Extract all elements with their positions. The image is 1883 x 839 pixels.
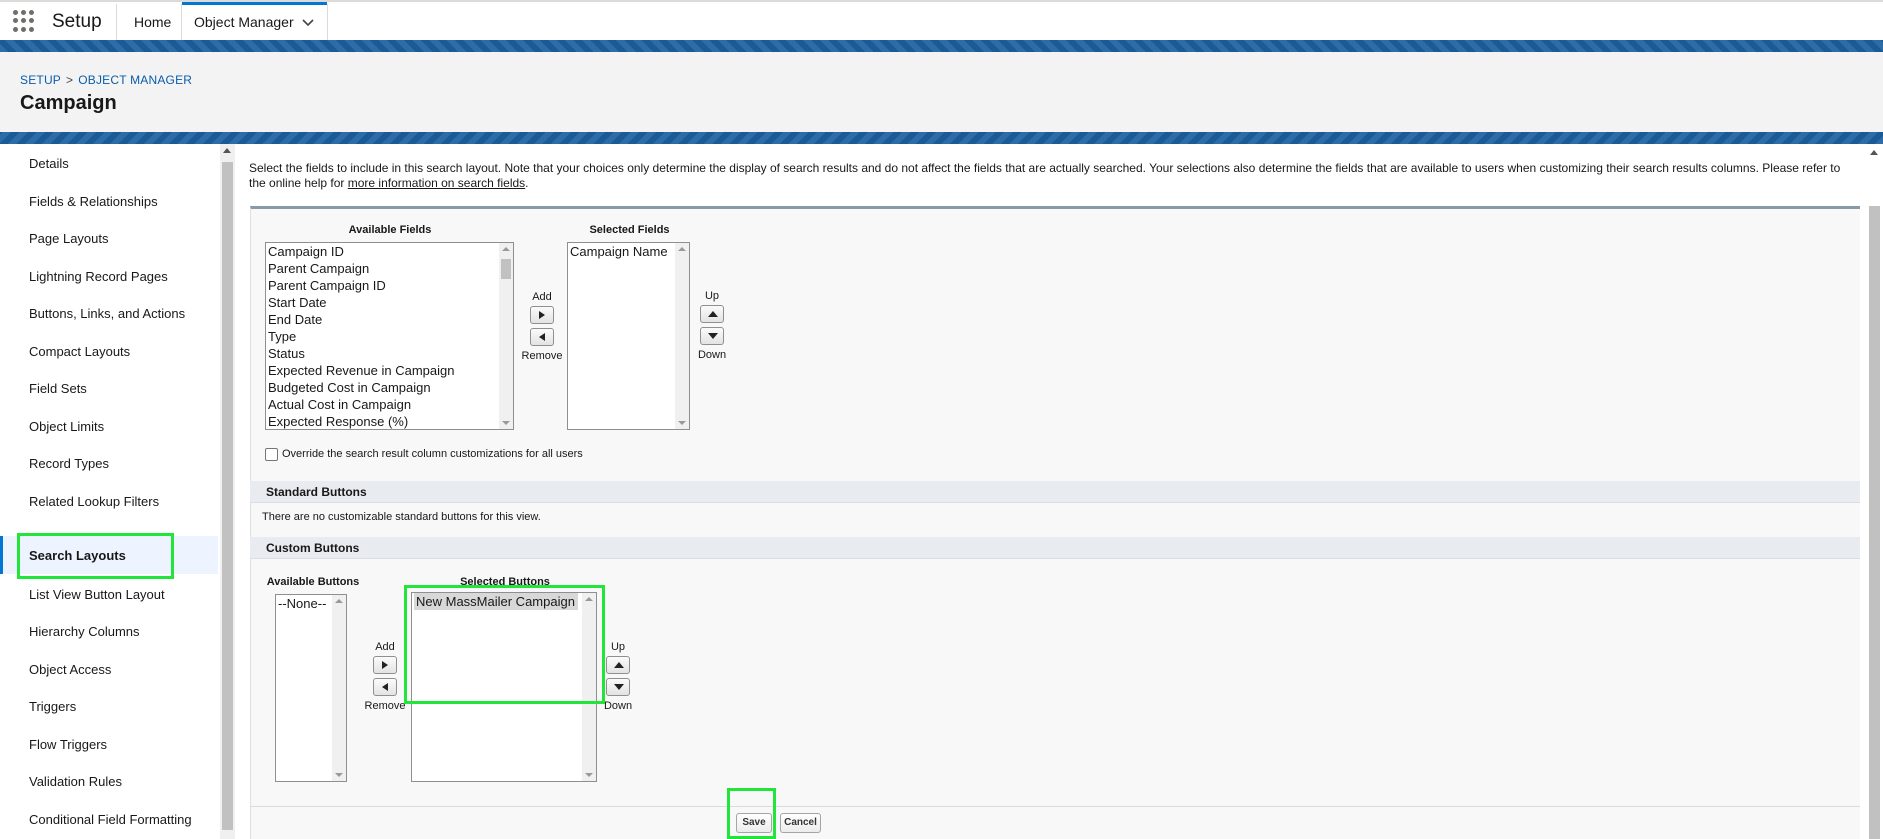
intro-text: Select the fields to include in this sea…: [249, 161, 1859, 191]
add-label: Add: [532, 291, 552, 303]
highlight-search-layouts: [17, 533, 174, 579]
object-sidebar: Details Fields & Relationships Page Layo…: [0, 144, 220, 839]
nav-home-link[interactable]: Home: [134, 14, 171, 30]
app-name: Setup: [52, 11, 102, 32]
arrow-up-icon: [614, 662, 624, 668]
list-scrollbar[interactable]: [499, 243, 513, 429]
page-title: Campaign: [20, 92, 117, 114]
list-item[interactable]: Actual Cost in Campaign: [266, 396, 513, 413]
cancel-button[interactable]: Cancel: [780, 813, 821, 833]
section-title: Standard Buttons: [266, 485, 367, 499]
list-item[interactable]: Campaign Name: [568, 243, 689, 260]
section-title: Custom Buttons: [266, 541, 360, 555]
breadcrumb: SETUP > OBJECT MANAGER: [20, 73, 192, 87]
app-launcher-icon[interactable]: [13, 10, 35, 32]
sidebar-item-related-lookup-filters[interactable]: Related Lookup Filters: [0, 482, 218, 520]
list-item[interactable]: Parent Campaign: [266, 260, 513, 277]
page-header: SETUP > OBJECT MANAGER Campaign: [0, 52, 1883, 132]
available-fields-label: Available Fields: [348, 224, 432, 236]
sidebar-item-fields-relationships[interactable]: Fields & Relationships: [0, 182, 218, 220]
arrow-down-icon: [614, 684, 624, 690]
move-up-button[interactable]: [606, 656, 630, 674]
list-scrollbar[interactable]: [332, 595, 346, 781]
remove-label: Remove: [521, 350, 563, 362]
up-label: Up: [704, 290, 720, 302]
selected-fields-list[interactable]: Campaign Name: [567, 242, 690, 430]
sidebar-item-buttons-links-actions[interactable]: Buttons, Links, and Actions: [0, 294, 218, 332]
sidebar-item-triggers[interactable]: Triggers: [0, 687, 218, 725]
arrow-up-icon: [708, 311, 718, 317]
list-item[interactable]: Expected Response (%): [266, 413, 513, 429]
footer-divider: [250, 806, 1860, 807]
highlight-save-button: [727, 788, 776, 839]
up-label: Up: [610, 641, 626, 653]
sidebar-item-field-sets[interactable]: Field Sets: [0, 369, 218, 407]
available-buttons-list[interactable]: --None--: [275, 594, 347, 782]
arrow-left-icon: [539, 333, 545, 341]
sidebar-item-lightning-record-pages[interactable]: Lightning Record Pages: [0, 257, 218, 295]
add-label: Add: [375, 641, 395, 653]
list-scrollbar[interactable]: [675, 243, 689, 429]
custom-buttons-header: Custom Buttons: [250, 537, 1860, 559]
list-item[interactable]: Expected Revenue in Campaign: [266, 362, 513, 379]
list-item[interactable]: Budgeted Cost in Campaign: [266, 379, 513, 396]
highlight-selected-buttons: [404, 585, 605, 704]
sidebar-item-object-limits[interactable]: Object Limits: [0, 407, 218, 445]
add-button-button[interactable]: [373, 656, 397, 674]
move-up-button[interactable]: [700, 305, 724, 323]
breadcrumb-object-manager[interactable]: OBJECT MANAGER: [78, 73, 192, 87]
sidebar-item-object-access[interactable]: Object Access: [0, 650, 218, 688]
arrow-down-icon: [708, 333, 718, 339]
add-field-button[interactable]: [530, 306, 554, 324]
chevron-down-icon[interactable]: [301, 15, 315, 29]
list-item[interactable]: End Date: [266, 311, 513, 328]
remove-button-button[interactable]: [373, 678, 397, 696]
global-nav: Setup Home Object Manager: [0, 0, 1883, 42]
override-label: Override the search result column custom…: [282, 448, 583, 460]
list-item[interactable]: Parent Campaign ID: [266, 277, 513, 294]
scrollbar-thumb[interactable]: [1869, 206, 1880, 839]
arrow-right-icon: [539, 311, 545, 319]
help-link[interactable]: more information on search fields: [348, 176, 525, 190]
move-down-button[interactable]: [700, 327, 724, 345]
down-label: Down: [697, 349, 727, 361]
sidebar-item-flow-triggers[interactable]: Flow Triggers: [0, 725, 218, 763]
selected-fields-label: Selected Fields: [589, 224, 670, 236]
breadcrumb-separator: >: [66, 73, 74, 87]
remove-field-button[interactable]: [530, 328, 554, 346]
arrow-left-icon: [382, 683, 388, 691]
tab-label: Object Manager: [194, 14, 294, 30]
sidebar-item-list-view-button-layout[interactable]: List View Button Layout: [0, 575, 218, 613]
standard-buttons-note: There are no customizable standard butto…: [262, 511, 541, 523]
available-fields-list[interactable]: Campaign ID Parent Campaign Parent Campa…: [265, 242, 514, 430]
sidebar-item-details[interactable]: Details: [0, 144, 218, 182]
sidebar-item-conditional-field-formatting[interactable]: Conditional Field Formatting: [0, 800, 218, 838]
header-banner: [0, 40, 1883, 52]
tab-object-manager[interactable]: Object Manager: [182, 2, 327, 42]
sidebar-item-validation-rules[interactable]: Validation Rules: [0, 762, 218, 800]
scrollbar-thumb[interactable]: [222, 162, 233, 830]
override-checkbox[interactable]: [265, 448, 278, 461]
sidebar-item-page-layouts[interactable]: Page Layouts: [0, 219, 218, 257]
list-item[interactable]: Start Date: [266, 294, 513, 311]
move-down-button[interactable]: [606, 678, 630, 696]
scroll-up-icon[interactable]: [223, 148, 231, 153]
nav-divider: [327, 4, 328, 40]
arrow-right-icon: [382, 661, 388, 669]
sidebar-item-record-types[interactable]: Record Types: [0, 444, 218, 482]
standard-buttons-header: Standard Buttons: [250, 481, 1860, 503]
list-item[interactable]: Status: [266, 345, 513, 362]
header-banner-bottom: [0, 132, 1883, 144]
available-buttons-label: Available Buttons: [266, 576, 360, 588]
nav-divider: [116, 4, 117, 40]
breadcrumb-setup[interactable]: SETUP: [20, 73, 61, 87]
sidebar-scrollbar[interactable]: [220, 144, 235, 839]
intro-text-end: .: [525, 176, 529, 190]
main-scrollbar[interactable]: [1865, 144, 1883, 839]
list-item[interactable]: Type: [266, 328, 513, 345]
sidebar-item-compact-layouts[interactable]: Compact Layouts: [0, 332, 218, 370]
sidebar-item-hierarchy-columns[interactable]: Hierarchy Columns: [0, 612, 218, 650]
scroll-up-icon[interactable]: [1870, 150, 1878, 155]
list-item[interactable]: Campaign ID: [266, 243, 513, 260]
